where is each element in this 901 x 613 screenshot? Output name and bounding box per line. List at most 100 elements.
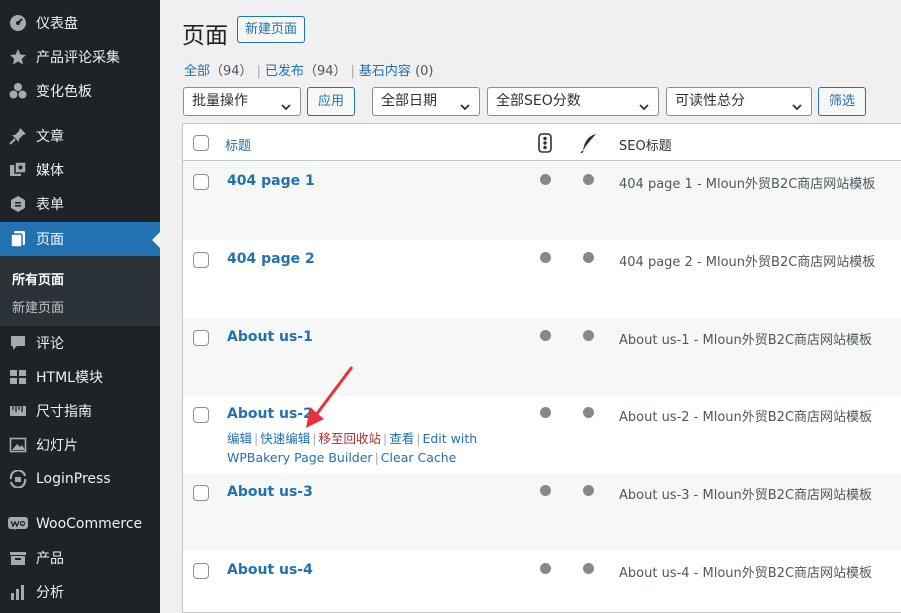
table-row: About us-3 About us-3 - Mloun外贸B2C商店网站模板: [183, 473, 901, 551]
page-title-link[interactable]: About us-1: [227, 329, 313, 345]
page-title-link[interactable]: About us-3: [227, 484, 313, 500]
menu-label: 尺寸指南: [36, 404, 92, 420]
filter-published-count: （94）: [303, 64, 347, 79]
row-checkbox[interactable]: [193, 252, 209, 268]
date-filter-value: 全部日期: [381, 93, 437, 109]
menu-dashboard[interactable]: 仪表盘: [0, 6, 160, 40]
slides-icon: [0, 436, 36, 454]
readability-dot: [583, 485, 594, 496]
seo-score-dot: [540, 485, 551, 496]
menu-label: LoginPress: [36, 471, 111, 487]
filter-published-link[interactable]: 已发布: [265, 64, 304, 79]
menu-products[interactable]: 产品: [0, 541, 160, 575]
menu-label: 产品评论采集: [36, 50, 120, 66]
seo-title-cell: About us-4 - Mloun外贸B2C商店网站模板: [619, 566, 873, 581]
filter-cornerstone-count: (0): [415, 64, 434, 79]
select-all-checkbox[interactable]: [193, 135, 209, 151]
page-title-link[interactable]: About us-4: [227, 562, 313, 578]
seo-score-dot: [540, 252, 551, 263]
menu-swatches[interactable]: 变化色板: [0, 74, 160, 108]
column-seo-title-header: SEO标题: [619, 139, 672, 154]
menu-media[interactable]: 媒体: [0, 153, 160, 187]
table-row: 404 page 2 404 page 2 - Mloun外贸B2C商店网站模板: [183, 240, 901, 318]
date-filter-select[interactable]: 全部日期: [372, 87, 480, 116]
pages-icon: [0, 230, 36, 248]
menu-size-guide[interactable]: 尺寸指南: [0, 394, 160, 428]
html-block-icon: [0, 368, 36, 386]
add-new-page-button[interactable]: 新建页面: [237, 16, 306, 43]
column-title-header[interactable]: 标题: [225, 135, 251, 154]
menu-label: 幻灯片: [36, 438, 78, 454]
menu-slides[interactable]: 幻灯片: [0, 428, 160, 462]
menu-loginpress[interactable]: LoginPress: [0, 462, 160, 496]
bulk-action-select[interactable]: 批量操作: [183, 87, 301, 116]
menu-comments[interactable]: 评论: [0, 326, 160, 360]
page-title-link[interactable]: 404 page 1: [227, 173, 315, 189]
table-row: About us-4 About us-4 - Mloun外贸B2C商店网站模板: [183, 551, 901, 613]
readability-select[interactable]: 可读性总分: [666, 87, 812, 116]
seo-score-column-icon: [538, 133, 552, 157]
seo-title-cell: About us-3 - Mloun外贸B2C商店网站模板: [619, 488, 873, 503]
filter-cornerstone-link[interactable]: 基石内容: [359, 64, 411, 79]
admin-sidebar: 仪表盘 产品评论采集 变化色板 文章 媒体 表单 页面 所有页面 新建页面 评论…: [0, 0, 160, 613]
menu-label: 产品: [36, 551, 64, 567]
pages-submenu: 所有页面 新建页面: [0, 256, 160, 326]
table-header: 标题 SEO标题: [183, 124, 901, 161]
readability-column-icon: [580, 133, 598, 157]
readability-dot: [583, 407, 594, 418]
readability-dot: [583, 252, 594, 263]
clear-cache-link[interactable]: Clear Cache: [381, 450, 457, 465]
seo-score-value: 全部SEO分数: [496, 93, 581, 109]
loginpress-icon: [0, 470, 36, 488]
row-actions: 编辑 | 快速编辑 | 移至回收站 | 查看 | Edit with WPBakery Page…: [227, 431, 478, 465]
chevron-down-icon: [791, 96, 803, 123]
menu-label: 分析: [36, 585, 64, 601]
product-icon: [0, 549, 36, 567]
view-link[interactable]: 查看: [389, 431, 414, 446]
menu-label: 变化色板: [36, 84, 92, 100]
menu-posts[interactable]: 文章: [0, 119, 160, 153]
star-icon: [0, 48, 36, 66]
table-row: About us-1 About us-1 - Mloun外贸B2C商店网站模板: [183, 318, 901, 396]
menu-label: HTML模块: [36, 370, 103, 386]
filter-button[interactable]: 筛选: [818, 87, 866, 116]
media-icon: [0, 161, 36, 179]
menu-analytics[interactable]: 分析: [0, 575, 160, 609]
table-row: 404 page 1 404 page 1 - Mloun外贸B2C商店网站模板: [183, 162, 901, 240]
analytics-icon: [0, 583, 36, 601]
menu-forms[interactable]: 表单: [0, 187, 160, 221]
filter-all-link[interactable]: 全部: [184, 64, 210, 79]
menu-label: 评论: [36, 336, 64, 352]
seo-score-dot: [540, 407, 551, 418]
row-checkbox[interactable]: [193, 563, 209, 579]
seo-score-select[interactable]: 全部SEO分数: [487, 87, 659, 116]
seo-title-cell: About us-1 - Mloun外贸B2C商店网站模板: [619, 333, 873, 348]
edit-link[interactable]: 编辑: [227, 431, 252, 446]
page-title-link[interactable]: 404 page 2: [227, 251, 315, 267]
row-checkbox[interactable]: [193, 330, 209, 346]
submenu-all-pages[interactable]: 所有页面: [12, 269, 64, 288]
row-checkbox[interactable]: [193, 407, 209, 423]
seo-score-dot: [540, 563, 551, 574]
seo-title-cell: About us-2 - Mloun外贸B2C商店网站模板: [619, 410, 873, 425]
apply-button[interactable]: 应用: [307, 87, 355, 116]
menu-label: 页面: [36, 232, 64, 248]
readability-dot: [583, 563, 594, 574]
submenu-add-page[interactable]: 新建页面: [12, 297, 64, 316]
row-checkbox[interactable]: [193, 485, 209, 501]
bulk-action-value: 批量操作: [192, 93, 248, 109]
chevron-down-icon: [638, 96, 650, 123]
menu-woocommerce[interactable]: WooCommerce: [0, 507, 160, 541]
menu-pages[interactable]: 页面: [0, 222, 160, 256]
quick-edit-link[interactable]: 快速编辑: [260, 431, 310, 446]
menu-product-reviews[interactable]: 产品评论采集: [0, 40, 160, 74]
pin-icon: [0, 127, 36, 145]
status-filter-links: 全部（94） | 已发布（94） | 基石内容 (0): [184, 64, 434, 79]
row-checkbox[interactable]: [193, 174, 209, 190]
readability-value: 可读性总分: [675, 93, 745, 109]
trash-link[interactable]: 移至回收站: [318, 431, 381, 446]
form-icon: [0, 195, 36, 213]
menu-label: 文章: [36, 129, 64, 145]
menu-html-blocks[interactable]: HTML模块: [0, 360, 160, 394]
main-content: 页面 新建页面 全部（94） | 已发布（94） | 基石内容 (0) 批量操作 应用 …: [160, 0, 901, 613]
